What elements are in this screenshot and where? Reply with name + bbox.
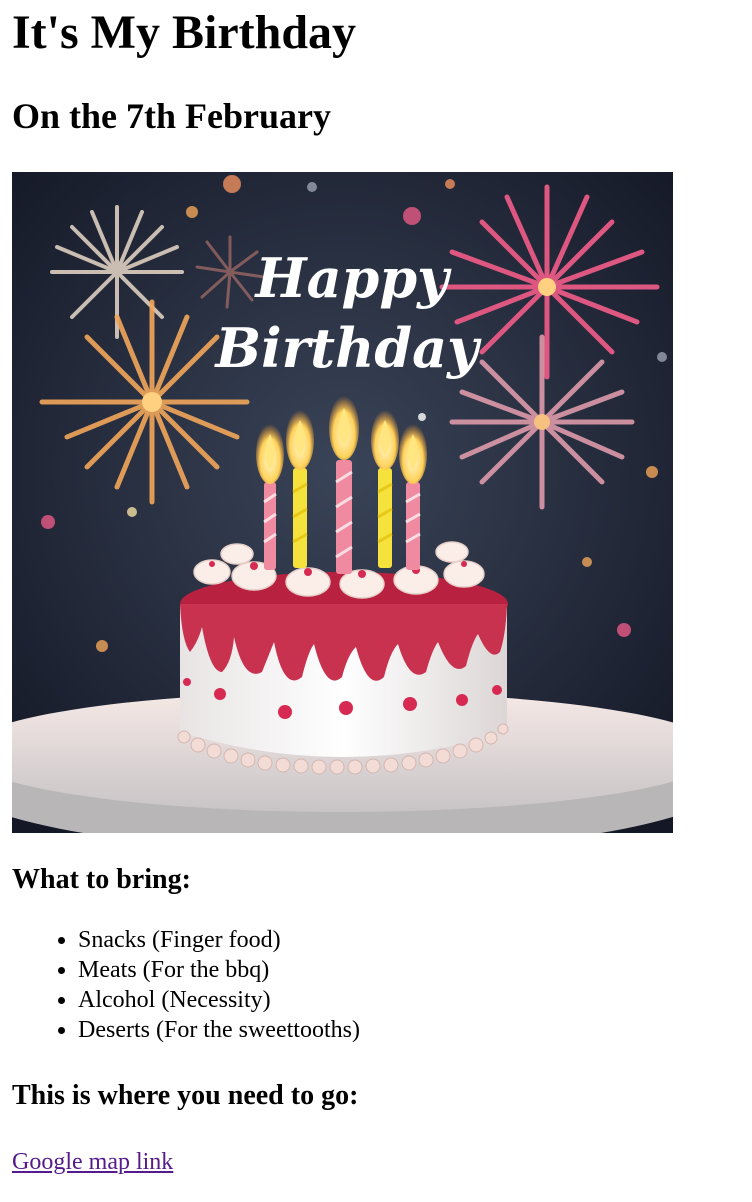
page: It's My Birthday On the 7th February Hap…	[0, 2, 752, 1177]
happy-text: Happy	[254, 246, 453, 310]
list-item: Alcohol (Necessity)	[78, 985, 752, 1015]
google-map-link[interactable]: Google map link	[12, 1147, 173, 1177]
list-item: Meats (For the bbq)	[78, 955, 752, 985]
what-to-bring-heading: What to bring:	[12, 864, 191, 895]
list-item: Snacks (Finger food)	[78, 925, 752, 955]
cake	[177, 541, 509, 775]
birthday-cake-image: Happy Birthday	[12, 172, 673, 833]
list-item: Deserts (For the sweettooths)	[78, 1015, 752, 1045]
page-subtitle: On the 7th February	[12, 96, 331, 136]
birthday-text: Birthday	[214, 316, 483, 380]
location-heading: This is where you need to go:	[12, 1080, 359, 1111]
page-title: It's My Birthday	[12, 6, 357, 59]
bring-list: Snacks (Finger food) Meats (For the bbq)…	[12, 925, 752, 1045]
